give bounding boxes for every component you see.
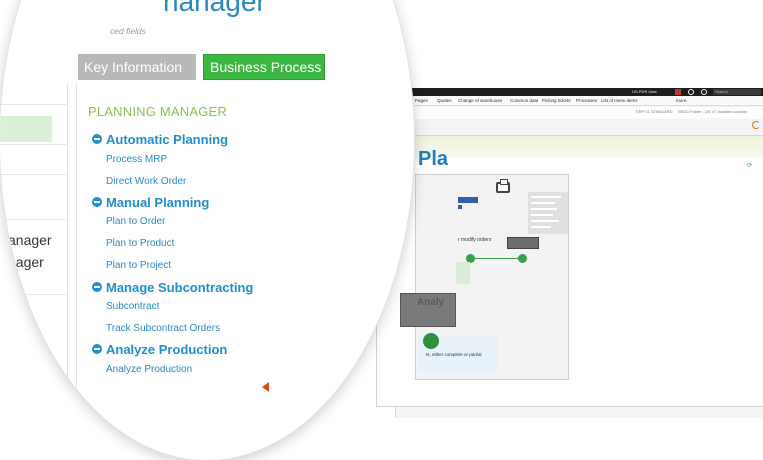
collapse-icon[interactable] (92, 197, 102, 207)
modify-orders-label: r modify orders (458, 237, 492, 243)
link-track-subcontract-orders[interactable]: Track Subcontract Orders (106, 323, 220, 334)
tab-label: Key Information (84, 59, 183, 75)
flow-node[interactable] (518, 254, 527, 263)
sidebar-item-manager[interactable]: nager (8, 254, 44, 270)
sidebar-item-selected[interactable] (0, 116, 52, 142)
printer-icon[interactable] (496, 179, 510, 193)
breadcrumb-item[interactable]: ERP 01 STANDARD (636, 109, 673, 114)
link-plan-to-product[interactable]: Plan to Product (106, 238, 174, 249)
menu-item-more[interactable]: more.. (676, 96, 689, 106)
refresh-icon[interactable]: ⟳ (747, 162, 752, 169)
collapse-icon[interactable] (92, 282, 102, 292)
menu-item[interactable]: Processes (576, 96, 597, 106)
menu-item[interactable]: Picking tickets (542, 96, 571, 106)
breadcrumb: ERP 01 STANDARD SEED Folder - US V7 Inst… (396, 107, 763, 119)
divider (0, 104, 66, 105)
help-icon[interactable] (688, 89, 694, 95)
section-label[interactable]: Manage Subcontracting (106, 280, 253, 295)
tab-key-information[interactable]: Key Information (78, 54, 196, 80)
page-subtitle: ced fields (110, 26, 146, 36)
diagram-step-box[interactable] (456, 262, 470, 284)
analyze-step-label: Analy (417, 297, 445, 308)
power-icon[interactable] (701, 89, 707, 95)
divider (0, 219, 66, 220)
link-plan-to-project[interactable]: Plan to Project (106, 260, 171, 271)
search-input[interactable]: Search (713, 89, 761, 95)
divider (0, 174, 66, 175)
zoomed-content: nanager ced fields Key Information Busin… (0, 0, 414, 460)
selection-highlight (458, 205, 462, 209)
step-marker[interactable] (423, 333, 439, 349)
note-text: ts, either complete or partial (426, 352, 482, 357)
dropdown-list[interactable] (528, 192, 568, 234)
section-label[interactable]: Manual Planning (106, 195, 209, 210)
panel-heading: Pla (418, 148, 449, 170)
link-plan-to-order[interactable]: Plan to Order (106, 216, 165, 227)
section-label[interactable]: Analyze Production (106, 342, 227, 357)
menu-bar: Pages Quotes Change of warehouse Common … (396, 96, 763, 106)
menu-item[interactable]: Pages (415, 96, 428, 106)
divider (0, 294, 66, 295)
link-subcontract[interactable]: Subcontract (106, 301, 159, 312)
menu-item[interactable]: Quotes (437, 96, 452, 106)
link-analyze-production[interactable]: Analyze Production (106, 364, 192, 375)
tab-business-process[interactable]: Business Process (203, 54, 325, 80)
screenshot-stage: US-PDR User Search Pages Quotes Change o… (0, 0, 763, 460)
menu-item[interactable]: Change of warehouse (458, 96, 502, 106)
reload-icon[interactable] (752, 121, 760, 129)
top-bar: US-PDR User Search (396, 88, 763, 96)
user-label[interactable]: US-PDR User (632, 88, 657, 96)
link-direct-work-order[interactable]: Direct Work Order (106, 176, 186, 187)
tab-label: Business Process (210, 59, 322, 75)
link-process-mrp[interactable]: Process MRP (106, 154, 167, 165)
menu-item[interactable]: Common data (510, 96, 538, 106)
divider (0, 144, 66, 145)
selection-highlight (458, 197, 478, 203)
sidebar-item-manager[interactable]: anager (8, 232, 52, 248)
flag-icon[interactable] (675, 89, 681, 95)
collapse-icon[interactable] (92, 344, 102, 354)
magnifier-lens: nanager ced fields Key Information Busin… (0, 0, 414, 460)
planning-manager-title: PLANNING MANAGER (88, 104, 228, 119)
collapse-icon[interactable] (92, 134, 102, 144)
section-label[interactable]: Automatic Planning (106, 132, 228, 147)
menu-item[interactable]: List of menu items (601, 96, 638, 106)
page-title: nanager (163, 0, 266, 17)
collapse-arrow-icon[interactable] (262, 382, 269, 392)
breadcrumb-item[interactable]: SEED Folder - US V7 Installed solution (678, 109, 747, 114)
flow-connector (470, 258, 523, 259)
diagram-button[interactable] (507, 237, 539, 249)
